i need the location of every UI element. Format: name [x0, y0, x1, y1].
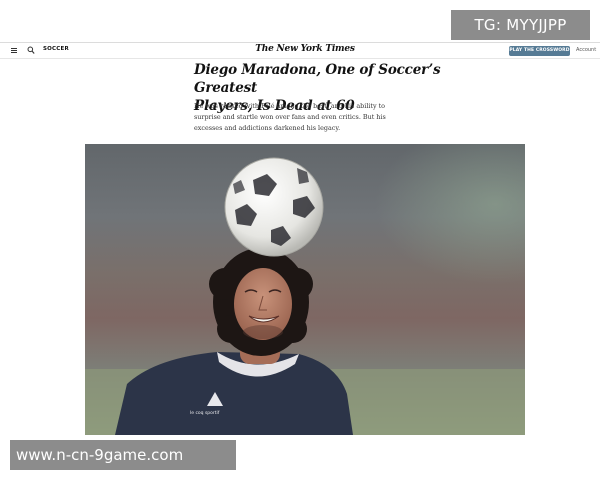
site-header: SOCCER The New York Times PLAY THE CROSS… [0, 42, 600, 59]
watermark-top: TG: MYYJJPP [451, 10, 590, 40]
section-link-soccer[interactable]: SOCCER [43, 46, 69, 52]
account-link[interactable]: Account [576, 47, 596, 53]
photo-illustration: le coq sportif [85, 157, 525, 435]
summary-line-3: excesses and addictions darkened his leg… [194, 124, 341, 132]
article-photo: le coq sportif [85, 144, 525, 435]
soccer-ball [224, 157, 324, 257]
masthead-logo[interactable]: The New York Times [250, 44, 360, 54]
watermark-bottom: www.n-cn-9game.com [10, 440, 236, 470]
article-summary: He was ranked with Pelé among the best, … [194, 101, 404, 134]
svg-text:le coq sportif: le coq sportif [190, 410, 220, 416]
summary-line-1: He was ranked with Pelé among the best, … [194, 102, 386, 110]
headline-line-1: Diego Maradona, One of Soccer’s Greatest [194, 62, 441, 96]
search-icon[interactable] [27, 46, 35, 55]
hamburger-menu-icon[interactable] [11, 48, 17, 54]
play-crossword-button[interactable]: PLAY THE CROSSWORD [509, 46, 570, 56]
summary-line-2: surprise and startle won over fans and e… [194, 113, 386, 121]
